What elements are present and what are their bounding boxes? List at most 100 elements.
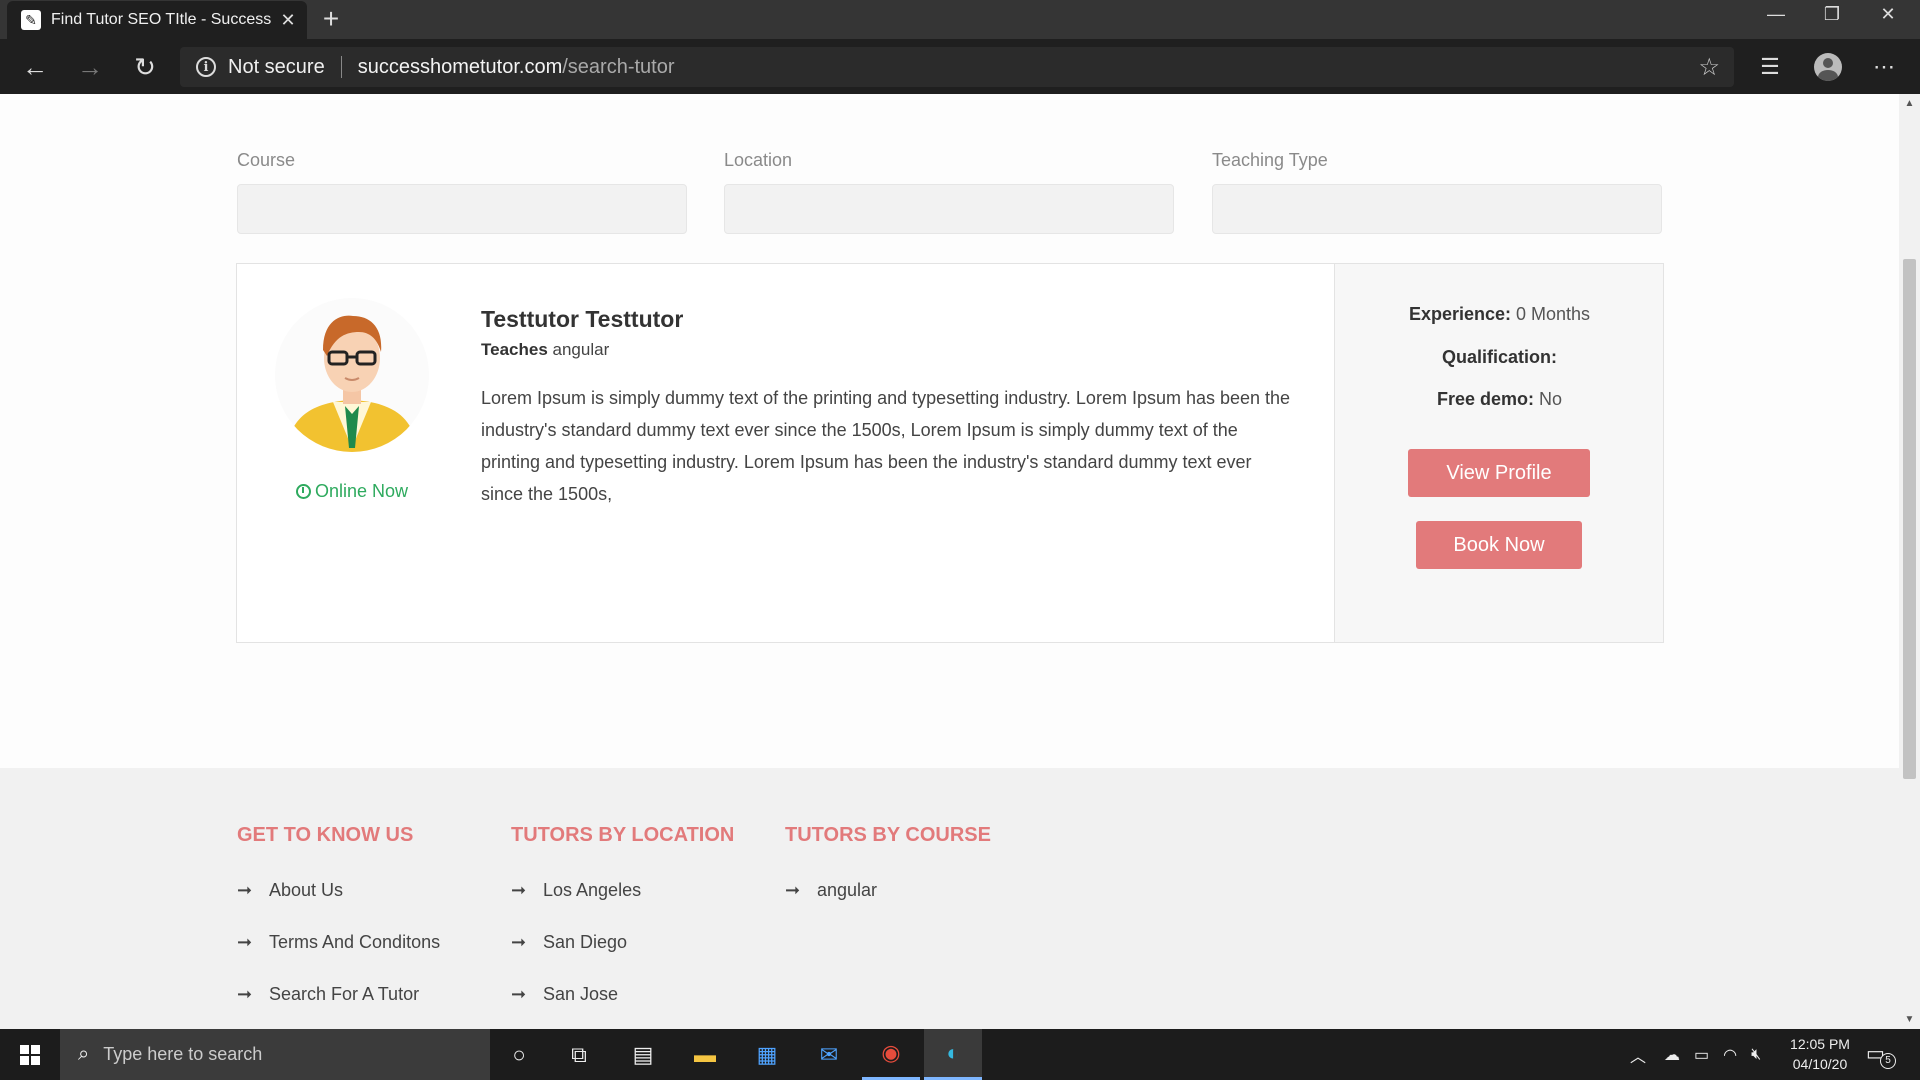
course-filter-label: Course xyxy=(237,150,296,170)
refresh-icon[interactable]: ↻ xyxy=(125,47,165,87)
experience-label: Experience: xyxy=(1408,304,1511,324)
footer-link[interactable]: ➞ About Us xyxy=(237,880,343,901)
footer-link-label[interactable]: San Jose xyxy=(543,984,618,1004)
search-icon: ⌕ xyxy=(78,1043,90,1065)
footer-link-label[interactable]: San Diego xyxy=(543,932,627,952)
footer-link-label[interactable]: Terms And Conditons xyxy=(269,932,440,952)
favorite-star-icon[interactable]: ☆ xyxy=(1698,53,1720,82)
location-select[interactable] xyxy=(724,184,1174,234)
taskbar-clock[interactable]: 12:05 PM 04/10/20 xyxy=(1780,1034,1860,1074)
info-icon[interactable]: i xyxy=(196,57,216,77)
mail-icon[interactable]: ✉ xyxy=(800,1029,858,1080)
clock-icon xyxy=(295,484,311,499)
view-profile-button[interactable]: View Profile xyxy=(1408,449,1590,497)
taskbar-search-placeholder: Type here to search xyxy=(103,1044,263,1064)
show-hidden-icons-icon[interactable]: ︿ xyxy=(1630,1043,1646,1067)
scroll-down-icon[interactable]: ▼ xyxy=(1899,1014,1920,1025)
windows-logo-icon xyxy=(20,1044,40,1065)
teaches-label: Teaches xyxy=(481,340,548,359)
browser-tab-bar: ✎ Find Tutor SEO TItle - Success Ho ✕ + … xyxy=(0,0,1920,39)
page-favicon-icon: ✎ xyxy=(21,10,41,30)
qualification-row: Qualification: xyxy=(1335,347,1664,368)
file-explorer-icon[interactable]: ▬ xyxy=(676,1029,734,1080)
free-demo-label: Free demo: xyxy=(1436,389,1534,409)
footer-link[interactable]: ➞ Los Angeles xyxy=(511,880,641,901)
footer-link[interactable]: ➞ Terms And Conditons xyxy=(237,932,440,953)
back-arrow-icon[interactable]: ← xyxy=(15,47,55,87)
footer-link-label[interactable]: About Us xyxy=(269,880,343,900)
tab-close-icon[interactable]: ✕ xyxy=(279,10,297,31)
windows-taskbar: ⌕ Type here to search ○ ⧉ ▤ ▬ ▦ ✉ ◉ ◐ ︿ … xyxy=(0,1029,1920,1080)
arrow-right-icon: ➞ xyxy=(785,880,801,900)
arrow-right-icon: ➞ xyxy=(511,880,527,900)
footer-link[interactable]: ➞ San Diego xyxy=(511,932,627,953)
experience-value: 0 Months xyxy=(1516,304,1591,324)
online-status: Online Now xyxy=(237,481,467,502)
footer-heading: GET TO KNOW US xyxy=(237,824,414,846)
teaching-type-select[interactable] xyxy=(1212,184,1662,234)
footer-link-label[interactable]: angular xyxy=(817,880,877,900)
tutor-illustration xyxy=(275,298,429,452)
address-bar[interactable]: i Not secure successhometutor.com/search… xyxy=(180,47,1734,87)
tutor-summary-panel: Experience: 0 Months Qualification: Free… xyxy=(1334,264,1663,642)
page-scrollbar[interactable]: ▲ ▼ xyxy=(1899,94,1920,1029)
web-page: Course Location Teaching Type Online Now xyxy=(0,94,1899,1029)
tutor-name[interactable]: Testtutor Testtutor xyxy=(481,306,683,333)
edge-icon[interactable]: ◐ xyxy=(924,1029,982,1080)
more-menu-icon[interactable]: ⋯ xyxy=(1864,47,1904,87)
free-demo-value: No xyxy=(1539,389,1563,409)
footer-link[interactable]: ➞ San Jose xyxy=(511,984,618,1005)
cortana-icon[interactable]: ○ xyxy=(490,1029,548,1080)
experience-row: Experience: 0 Months xyxy=(1335,304,1664,325)
chrome-icon[interactable]: ◉ xyxy=(862,1029,920,1080)
address-divider xyxy=(340,56,342,78)
start-button[interactable] xyxy=(0,1029,60,1080)
url-host: successhometutor.com xyxy=(357,55,563,78)
notification-count: 5 xyxy=(1880,1053,1896,1069)
window-close-icon[interactable]: ✕ xyxy=(1860,0,1916,30)
system-tray: ︿ ☁ ▭ ◠ 🔇︎ xyxy=(1630,1029,1761,1080)
footer-heading: TUTORS BY LOCATION xyxy=(511,824,735,846)
footer-link[interactable]: ➞ Search For A Tutor xyxy=(237,984,419,1005)
store-icon[interactable]: ▦ xyxy=(738,1029,796,1080)
task-view-icon[interactable]: ⧉ xyxy=(550,1029,608,1080)
profile-avatar-icon[interactable] xyxy=(1808,47,1848,87)
onedrive-cloud-icon[interactable]: ☁ xyxy=(1664,1045,1680,1065)
security-label[interactable]: Not secure xyxy=(228,56,325,79)
minimize-icon[interactable]: — xyxy=(1748,0,1804,30)
footer-link-label[interactable]: Search For A Tutor xyxy=(269,984,419,1004)
scroll-up-icon[interactable]: ▲ xyxy=(1899,98,1920,109)
tutor-bio: Lorem Ipsum is simply dummy text of the … xyxy=(481,388,1291,504)
footer-link[interactable]: ➞ angular xyxy=(785,880,877,901)
arrow-right-icon: ➞ xyxy=(237,984,253,1004)
action-center-icon[interactable]: ▭ 5 xyxy=(1866,1041,1896,1069)
course-select[interactable] xyxy=(237,184,687,234)
site-footer: GET TO KNOW US ➞ About Us ➞ Terms And Cond… xyxy=(0,768,1899,1029)
winrar-icon[interactable]: ▤ xyxy=(614,1029,672,1080)
qualification-label: Qualification: xyxy=(1441,347,1557,367)
tutor-subjects: Teaches angular xyxy=(481,340,609,360)
taskbar-search-box[interactable]: ⌕ Type here to search xyxy=(60,1029,490,1080)
scroll-thumb[interactable] xyxy=(1903,259,1916,779)
new-tab-icon[interactable]: + xyxy=(316,2,346,36)
arrow-right-icon: ➞ xyxy=(237,880,253,900)
footer-link-label[interactable]: Los Angeles xyxy=(543,880,641,900)
browser-tab[interactable]: ✎ Find Tutor SEO TItle - Success Ho ✕ xyxy=(7,1,307,39)
arrow-right-icon: ➞ xyxy=(237,932,253,952)
browser-toolbar: ← → ↻ i Not secure successhometutor.com /… xyxy=(0,39,1920,94)
clock-time: 12:05 PM xyxy=(1790,1036,1850,1052)
book-now-button[interactable]: Book Now xyxy=(1416,521,1582,569)
restore-icon[interactable]: ❐ xyxy=(1804,0,1860,30)
volume-muted-icon[interactable]: 🔇︎ xyxy=(1751,1046,1761,1064)
wifi-icon[interactable]: ◠ xyxy=(1723,1045,1737,1065)
forward-arrow-icon[interactable]: → xyxy=(70,47,110,87)
favorites-list-icon[interactable]: ☰ xyxy=(1750,47,1790,87)
clock-date: 04/10/20 xyxy=(1792,1056,1848,1072)
arrow-right-icon: ➞ xyxy=(511,932,527,952)
location-filter-label: Location xyxy=(724,150,793,170)
battery-icon[interactable]: ▭ xyxy=(1694,1045,1709,1065)
teaches-value: angular xyxy=(552,340,610,359)
arrow-right-icon: ➞ xyxy=(511,984,527,1004)
free-demo-row: Free demo: No xyxy=(1335,389,1664,410)
tutor-avatar[interactable] xyxy=(275,298,429,452)
